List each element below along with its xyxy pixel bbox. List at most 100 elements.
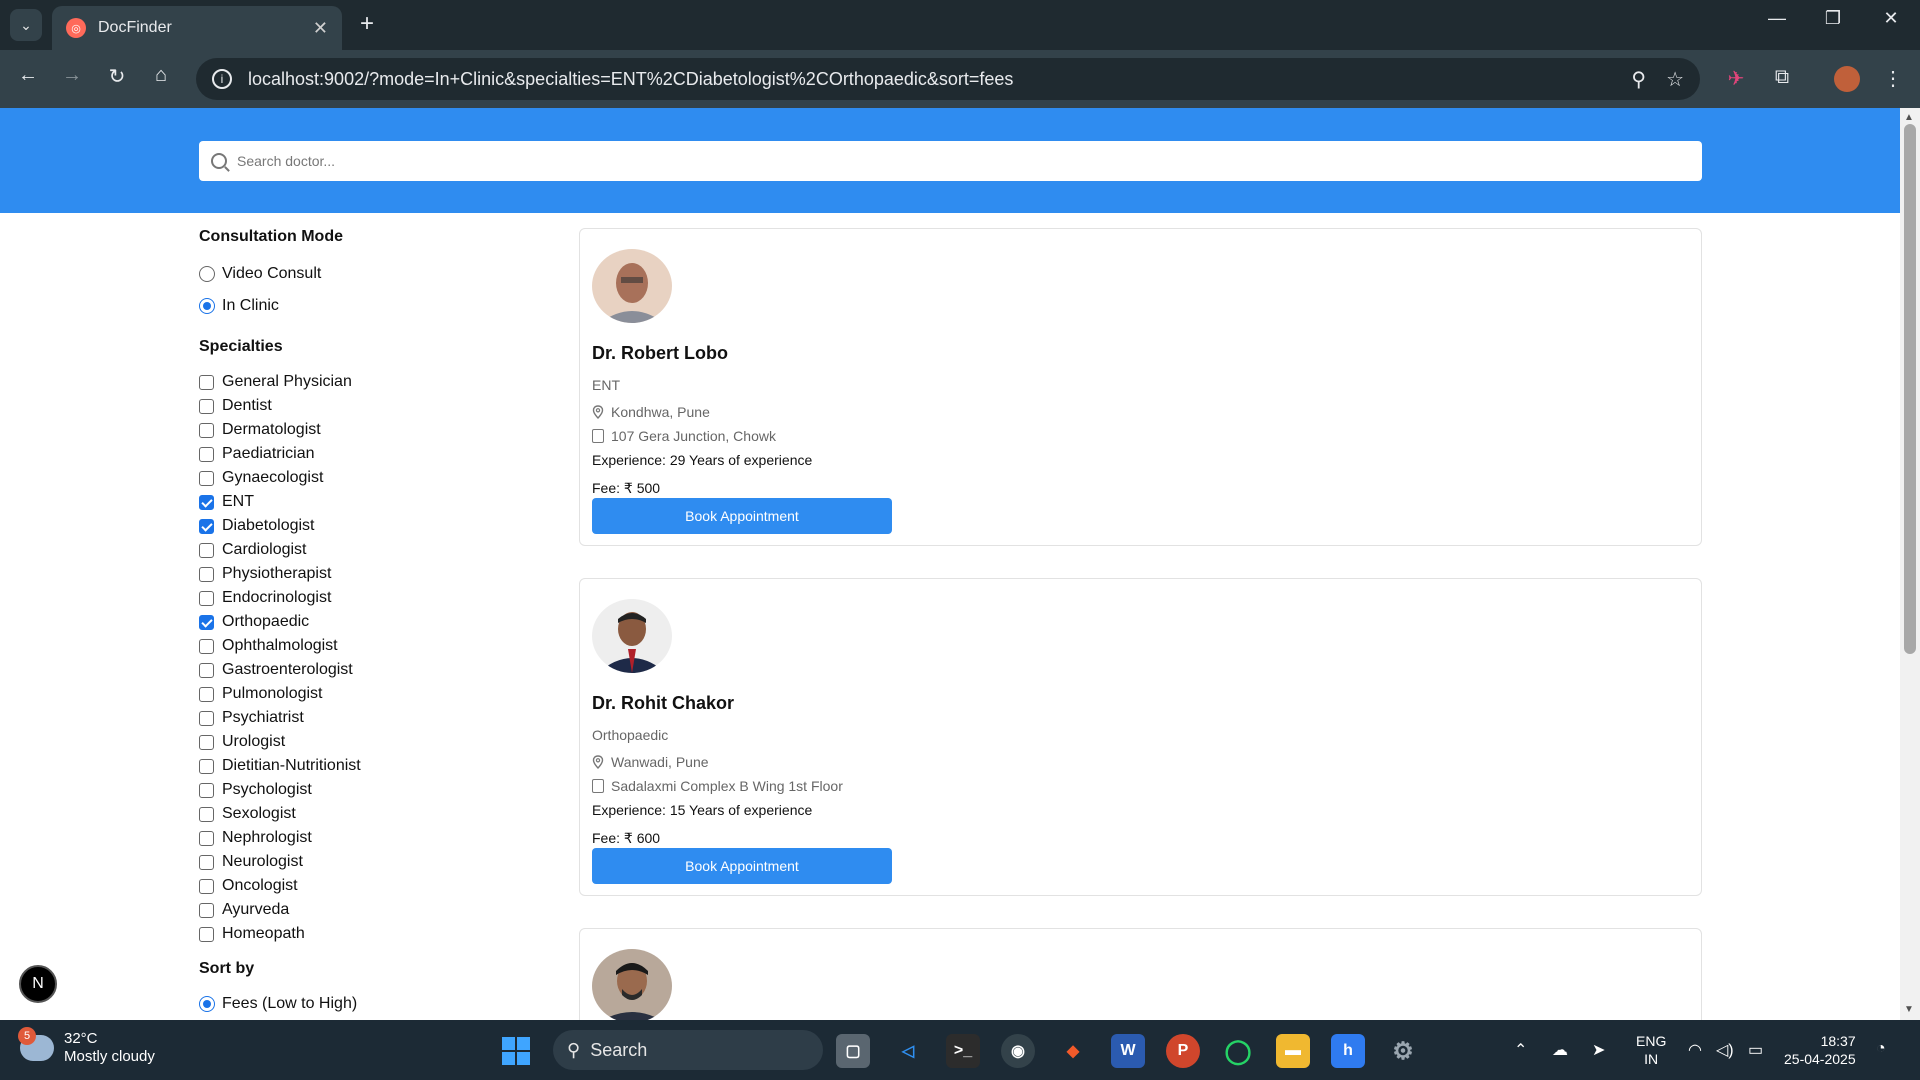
specialty-option[interactable]: Neurologist (199, 850, 539, 874)
taskbar-clock[interactable]: 18:37 25-04-2025 (1784, 1032, 1856, 1068)
specialty-option[interactable]: Orthopaedic (199, 610, 539, 634)
specialty-checkbox[interactable] (199, 494, 214, 510)
scroll-down-arrow-icon[interactable]: ▼ (1904, 1004, 1914, 1015)
specialty-checkbox[interactable] (199, 926, 214, 942)
notification-icon[interactable]: ◔ (1876, 1040, 1886, 1058)
specialty-checkbox[interactable] (199, 566, 214, 582)
forward-button[interactable]: → (57, 64, 87, 87)
word-icon[interactable]: W (1111, 1034, 1145, 1068)
specialty-checkbox[interactable] (199, 446, 214, 462)
specialty-checkbox[interactable] (199, 662, 214, 678)
specialty-option[interactable]: Psychologist (199, 778, 539, 802)
onedrive-cloud-icon[interactable]: ☁ (1552, 1040, 1568, 1060)
reload-button[interactable]: ↻ (102, 64, 132, 89)
profile-avatar[interactable] (1834, 66, 1860, 92)
bookmark-star-icon[interactable]: ☆ (1666, 67, 1684, 92)
location-arrow-icon[interactable]: ➤ (1592, 1040, 1605, 1060)
radio-sort-fees[interactable] (199, 996, 215, 1012)
radio-video[interactable] (199, 266, 215, 282)
specialty-option[interactable]: Dermatologist (199, 418, 539, 442)
mode-option-in-clinic[interactable]: In Clinic (199, 290, 539, 322)
specialty-option[interactable]: Psychiatrist (199, 706, 539, 730)
specialty-checkbox[interactable] (199, 638, 214, 654)
specialty-option[interactable]: Pulmonologist (199, 682, 539, 706)
specialty-option[interactable]: Urologist (199, 730, 539, 754)
specialty-option[interactable]: Oncologist (199, 874, 539, 898)
minimize-button[interactable]: — (1757, 8, 1797, 29)
volume-icon[interactable]: ◁) (1716, 1040, 1734, 1060)
taskbar-search[interactable]: ⚲ Search (553, 1030, 823, 1070)
file-explorer-icon[interactable]: ▬ (1276, 1034, 1310, 1068)
brave-icon[interactable]: ◆ (1056, 1034, 1090, 1068)
close-window-button[interactable]: ✕ (1871, 8, 1911, 29)
powerpoint-icon[interactable]: P (1166, 1034, 1200, 1068)
tab-close-icon[interactable]: ✕ (313, 18, 328, 39)
specialty-checkbox[interactable] (199, 830, 214, 846)
specialty-option[interactable]: Gynaecologist (199, 466, 539, 490)
specialty-option[interactable]: General Physician (199, 370, 539, 394)
specialty-checkbox[interactable] (199, 734, 214, 750)
battery-icon[interactable]: ▭ (1748, 1040, 1763, 1060)
wifi-icon[interactable]: ◠ (1688, 1040, 1702, 1060)
browser-tab-active[interactable]: ◎ DocFinder ✕ (52, 6, 342, 50)
specialty-checkbox[interactable] (199, 878, 214, 894)
specialty-option[interactable]: Paediatrician (199, 442, 539, 466)
specialty-checkbox[interactable] (199, 422, 214, 438)
restore-button[interactable]: ❐ (1813, 8, 1853, 29)
whatsapp-icon[interactable]: ◯ (1221, 1034, 1255, 1068)
specialty-option[interactable]: Cardiologist (199, 538, 539, 562)
specialty-checkbox[interactable] (199, 374, 214, 390)
address-bar[interactable]: i localhost:9002/?mode=In+Clinic&special… (196, 58, 1700, 100)
tray-chevron-up-icon[interactable]: ⌃ (1514, 1040, 1527, 1060)
specialty-option[interactable]: Dentist (199, 394, 539, 418)
specialty-checkbox[interactable] (199, 782, 214, 798)
back-button[interactable]: ← (13, 64, 43, 87)
specialty-option[interactable]: Endocrinologist (199, 586, 539, 610)
specialty-checkbox[interactable] (199, 806, 214, 822)
home-button[interactable]: ⌂ (146, 64, 176, 87)
chrome-icon[interactable]: ◉ (1001, 1034, 1035, 1068)
specialty-option[interactable]: Homeopath (199, 922, 539, 946)
search-bar[interactable] (199, 141, 1702, 181)
specialty-checkbox[interactable] (199, 590, 214, 606)
new-tab-button[interactable]: + (352, 10, 382, 38)
task-view-icon[interactable]: ▢ (836, 1034, 870, 1068)
mode-option-video[interactable]: Video Consult (199, 258, 539, 290)
nextjs-dev-badge[interactable]: N (19, 965, 57, 1003)
specialty-option[interactable]: Ophthalmologist (199, 634, 539, 658)
specialty-option[interactable]: Physiotherapist (199, 562, 539, 586)
specialty-option[interactable]: Nephrologist (199, 826, 539, 850)
search-input[interactable] (237, 153, 1690, 169)
specialty-checkbox[interactable] (199, 614, 214, 630)
specialty-checkbox[interactable] (199, 902, 214, 918)
specialty-option[interactable]: Sexologist (199, 802, 539, 826)
language-indicator[interactable]: ENG IN (1636, 1032, 1666, 1068)
tab-search-menu-button[interactable]: ⌄ (10, 9, 42, 41)
terminal-icon[interactable]: >_ (946, 1034, 980, 1068)
radio-in-clinic[interactable] (199, 298, 215, 314)
sort-option-fees[interactable]: Fees (Low to High) (199, 992, 539, 1016)
zoom-icon[interactable]: ⚲ (1631, 67, 1646, 92)
settings-gear-icon[interactable]: ⚙ (1386, 1034, 1420, 1068)
vscode-icon[interactable]: ◁ (891, 1034, 925, 1068)
specialty-checkbox[interactable] (199, 854, 214, 870)
specialty-option[interactable]: Dietitian-Nutritionist (199, 754, 539, 778)
specialty-checkbox[interactable] (199, 470, 214, 486)
specialty-option[interactable]: ENT (199, 490, 539, 514)
scrollbar-thumb[interactable] (1904, 124, 1916, 654)
windows-start-icon[interactable] (502, 1037, 530, 1065)
extension-icon[interactable]: ✈ (1721, 66, 1751, 91)
hashnode-icon[interactable]: h (1331, 1034, 1365, 1068)
specialty-checkbox[interactable] (199, 686, 214, 702)
extensions-puzzle-icon[interactable]: ⧉ (1767, 66, 1797, 89)
specialty-checkbox[interactable] (199, 398, 214, 414)
specialty-checkbox[interactable] (199, 542, 214, 558)
specialty-option[interactable]: Diabetologist (199, 514, 539, 538)
book-appointment-button[interactable]: Book Appointment (592, 848, 892, 884)
specialty-option[interactable]: Gastroenterologist (199, 658, 539, 682)
site-info-icon[interactable]: i (212, 69, 232, 89)
weather-widget[interactable]: 5 32°C Mostly cloudy (18, 1027, 155, 1066)
scroll-up-arrow-icon[interactable]: ▲ (1904, 112, 1914, 123)
chrome-menu-icon[interactable]: ⋮ (1878, 66, 1908, 91)
specialty-checkbox[interactable] (199, 710, 214, 726)
